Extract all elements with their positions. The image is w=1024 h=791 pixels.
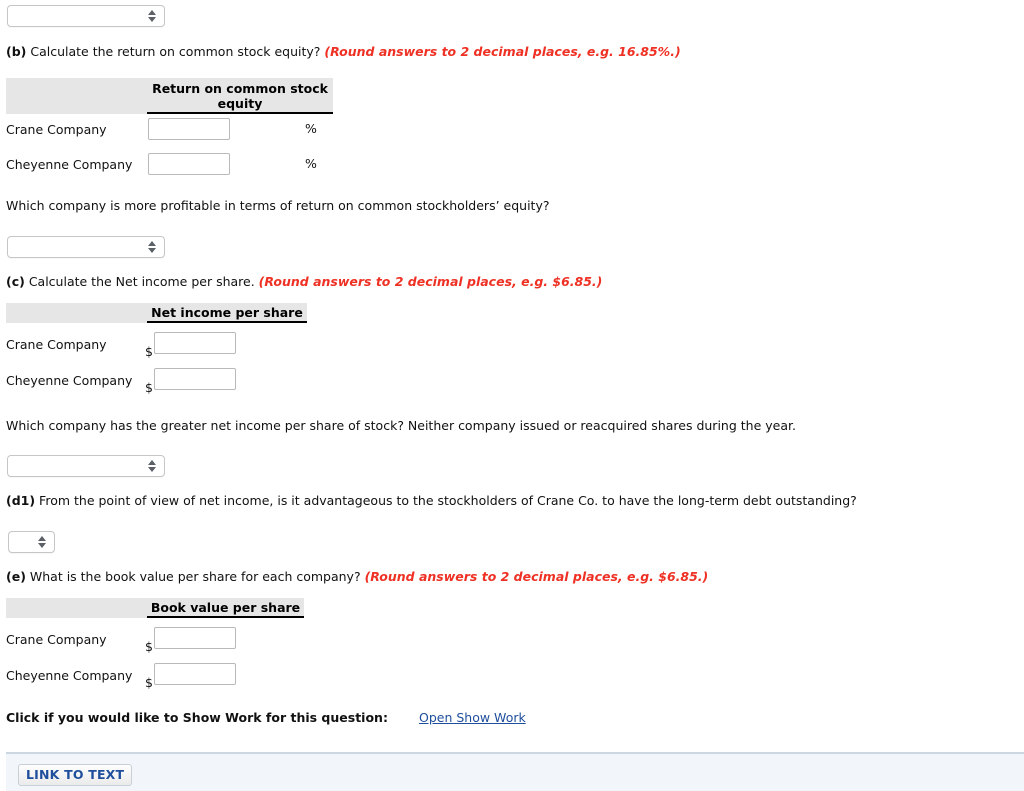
row-label-cheyenne: Cheyenne Company	[6, 157, 133, 172]
input-net-income-crane[interactable]	[154, 332, 236, 354]
currency-prefix-crane: $	[145, 639, 153, 654]
question-b-tag: (b)	[6, 44, 27, 59]
question-d1: (d1) From the point of view of net incom…	[6, 493, 857, 509]
question-b-text: Calculate the return on common stock equ…	[26, 44, 325, 59]
column-header-net-income-per-share: Net income per share	[147, 305, 307, 323]
unit-percent-crane: %	[305, 121, 317, 136]
question-e-tag: (e)	[6, 569, 26, 584]
input-return-cheyenne[interactable]	[148, 153, 230, 175]
row-label-crane: Crane Company	[6, 122, 107, 137]
footer-panel: LINK TO TEXT	[6, 752, 1024, 791]
question-c-hint: (Round answers to 2 decimal places, e.g.…	[258, 274, 603, 289]
row-label-crane: Crane Company	[6, 337, 107, 352]
currency-prefix-crane: $	[145, 344, 153, 359]
question-e-text: What is the book value per share for eac…	[25, 569, 365, 584]
followup-select-b[interactable]	[7, 236, 165, 258]
followup-question-c: Which company has the greater net income…	[6, 418, 796, 433]
question-c: (c) Calculate the Net income per share. …	[6, 274, 602, 290]
chevron-updown-icon	[147, 9, 156, 23]
row-label-cheyenne: Cheyenne Company	[6, 668, 133, 683]
question-b-hint: (Round answers to 2 decimal places, e.g.…	[324, 44, 681, 59]
chevron-updown-icon	[147, 459, 156, 473]
table-book-value-per-share: Book value per share Crane Company $ Che…	[6, 598, 326, 694]
row-label-crane: Crane Company	[6, 632, 107, 647]
input-net-income-cheyenne[interactable]	[154, 368, 236, 390]
question-d1-text: From the point of view of net income, is…	[35, 493, 857, 508]
followup-question-b: Which company is more profitable in term…	[6, 198, 550, 213]
input-return-crane[interactable]	[148, 118, 230, 140]
table-net-income-per-share: Net income per share Crane Company $ Che…	[6, 303, 326, 399]
column-header-book-value-per-share: Book value per share	[147, 600, 304, 618]
row-label-cheyenne: Cheyenne Company	[6, 373, 133, 388]
column-header-return-on-common-stock-equity: Return on common stock equity	[147, 81, 333, 114]
answer-select-a[interactable]	[7, 5, 165, 27]
question-c-text: Calculate the Net income per share.	[24, 274, 259, 289]
currency-prefix-cheyenne: $	[145, 380, 153, 395]
chevron-updown-icon	[37, 535, 46, 549]
currency-prefix-cheyenne: $	[145, 675, 153, 690]
unit-percent-cheyenne: %	[305, 156, 317, 171]
link-to-text-button[interactable]: LINK TO TEXT	[18, 764, 133, 786]
table-return-on-common-stock-equity: Return on common stock equity Crane Comp…	[6, 78, 346, 175]
question-b: (b) Calculate the return on common stock…	[6, 44, 681, 60]
chevron-updown-icon	[147, 240, 156, 254]
question-d1-tag: (d1)	[6, 493, 36, 508]
answer-select-d1[interactable]	[8, 531, 55, 553]
show-work-label: Click if you would like to Show Work for…	[6, 710, 388, 725]
question-e-hint: (Round answers to 2 decimal places, e.g.…	[364, 569, 709, 584]
question-e: (e) What is the book value per share for…	[6, 569, 708, 585]
input-book-value-cheyenne[interactable]	[154, 663, 236, 685]
question-c-tag: (c)	[6, 274, 25, 289]
input-book-value-crane[interactable]	[154, 627, 236, 649]
followup-select-c[interactable]	[7, 455, 165, 477]
open-show-work-link[interactable]: Open Show Work	[419, 710, 526, 725]
